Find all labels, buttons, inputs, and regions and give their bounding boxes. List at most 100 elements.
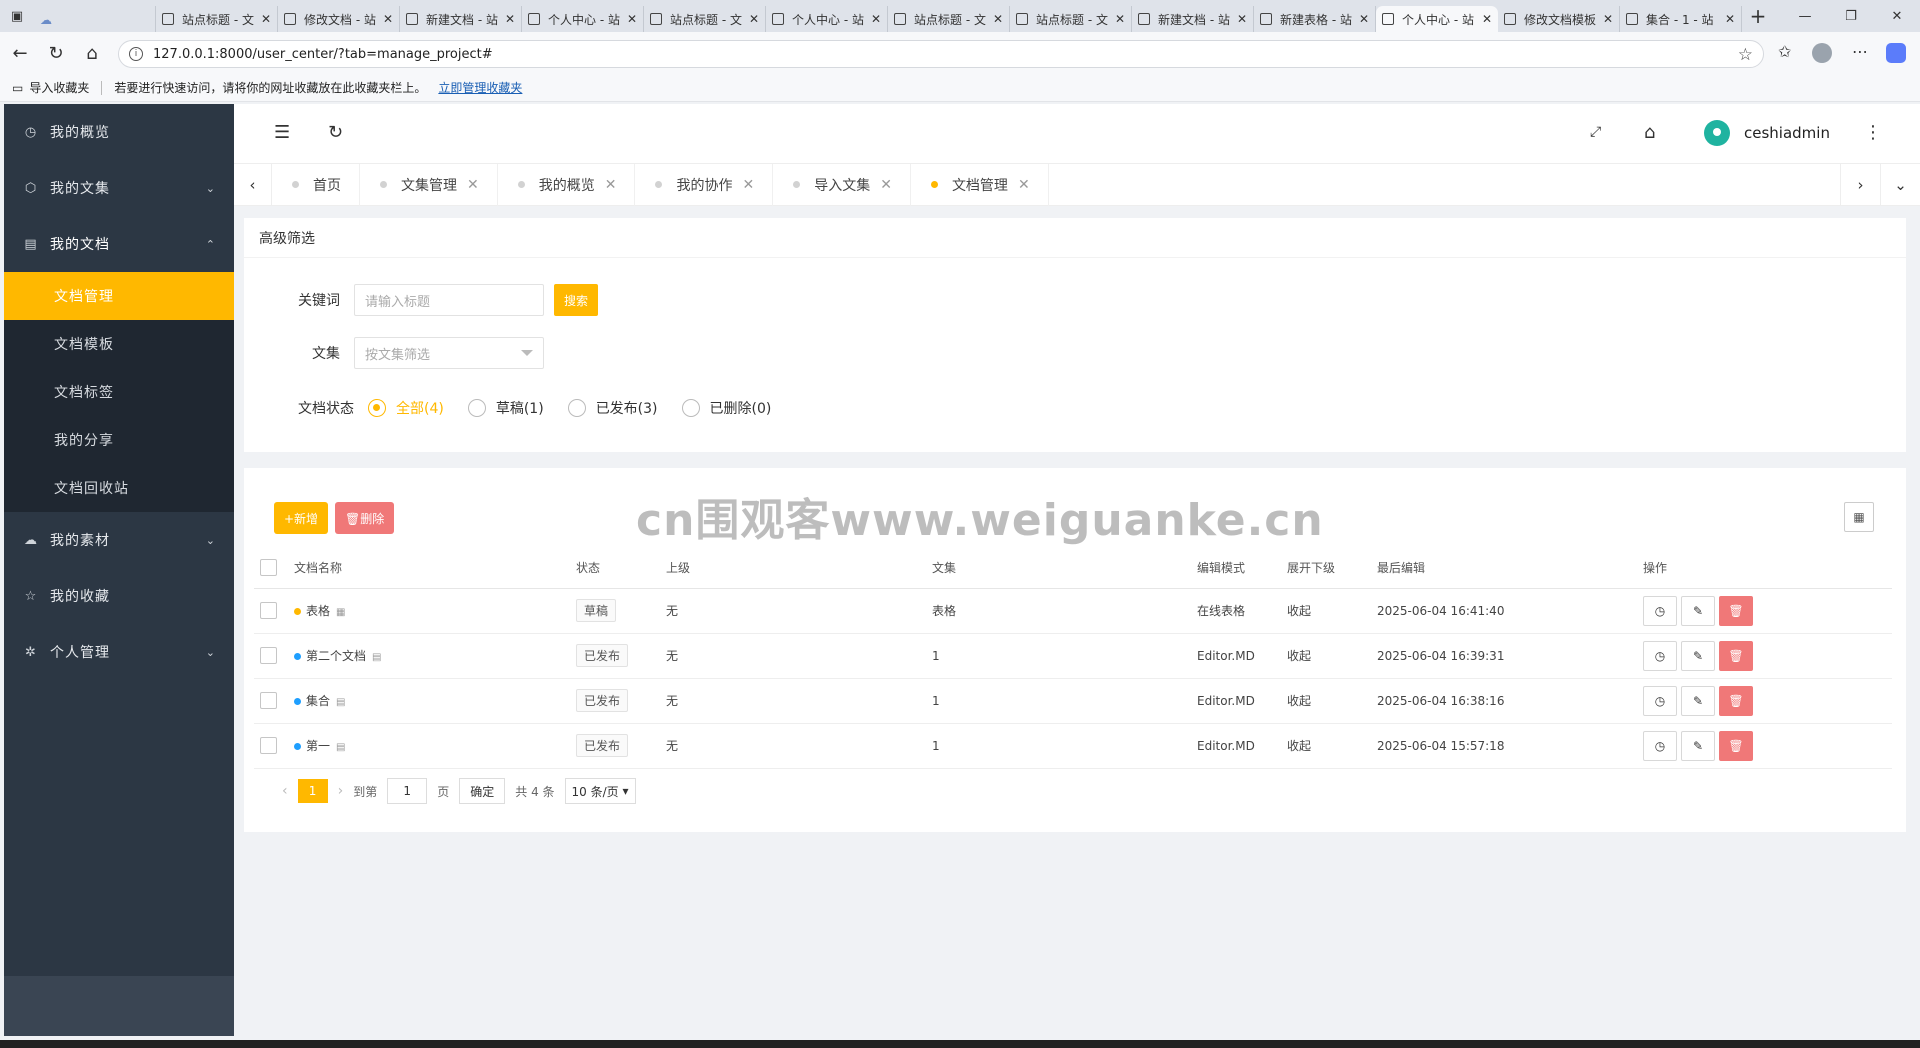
sidebar-item[interactable]: ▤ 我的文档 ⌃ [4,216,234,272]
doc-name[interactable]: 表格 [306,604,330,618]
trash-icon[interactable]: 🗑 [1719,640,1753,671]
edit-icon[interactable]: ✎ [1681,595,1715,626]
sidebar-subitem[interactable]: 文档模板 [4,320,234,368]
doc-name[interactable]: 第二个文档 [306,649,366,663]
browser-tab[interactable]: 新建文档 - 站 ✕ [1132,6,1254,32]
edit-icon[interactable]: ✎ [1681,640,1715,671]
browser-tab[interactable]: ☁ [34,6,156,32]
close-tab-icon[interactable]: ✕ [749,12,759,26]
browser-tab[interactable]: 个人中心 - 站 ✕ [1376,6,1498,32]
tabs-prev-icon[interactable]: ‹ [234,163,272,206]
home-icon[interactable]: ⌂ [1644,122,1655,143]
close-tab-icon[interactable]: ✕ [261,12,271,26]
restore-icon[interactable]: ❐ [1828,0,1874,32]
profile-icon[interactable] [1812,43,1832,63]
status-radio[interactable]: 已删除(0) [681,398,771,418]
back-icon[interactable]: ← [2,35,38,71]
history-icon[interactable]: ◷ [1643,595,1677,626]
close-tab-icon[interactable]: ✕ [627,12,637,26]
close-icon[interactable]: ✕ [742,177,754,193]
sidebar-subitem[interactable]: 我的分享 [4,416,234,464]
more-vertical-icon[interactable]: ⋮ [1864,122,1882,143]
home-icon[interactable]: ⌂ [74,35,110,71]
browser-tab[interactable]: 新建文档 - 站 ✕ [400,6,522,32]
close-tab-icon[interactable]: ✕ [1482,12,1492,26]
browser-tab[interactable]: 站点标题 - 文 ✕ [888,6,1010,32]
search-button[interactable]: 搜索 [554,284,599,316]
close-tab-icon[interactable]: ✕ [993,12,1003,26]
row-checkbox[interactable] [260,692,277,709]
page-tab[interactable]: 文集管理 ✕ [360,163,498,206]
user-menu[interactable]: ceshiadmin [1704,120,1830,146]
delete-button[interactable]: 🗑删除 [335,502,395,534]
sidebar-item[interactable]: ⬡ 我的文集 ⌄ [4,160,234,216]
select-all-checkbox[interactable] [260,559,277,577]
page-tab[interactable]: 导入文集 ✕ [773,163,911,206]
favorites-icon[interactable]: ✩ [1778,42,1791,61]
doc-name[interactable]: 集合 [306,694,330,708]
page-tab[interactable]: 首页 [272,163,360,206]
browser-tab[interactable]: 站点标题 - 文 ✕ [1010,6,1132,32]
close-tab-icon[interactable]: ✕ [1115,12,1125,26]
close-tab-icon[interactable]: ✕ [383,12,393,26]
page-tab[interactable]: 文档管理 ✕ [911,163,1049,206]
page-tab[interactable]: 我的概览 ✕ [498,163,636,206]
reload-icon[interactable]: ↻ [38,35,74,71]
browser-tab[interactable]: 站点标题 - 文 ✕ [156,6,278,32]
window-menu-icon[interactable]: ▣ [0,0,34,32]
tabs-next-icon[interactable]: › [1840,164,1880,206]
tabs-dropdown-icon[interactable]: ⌄ [1880,164,1920,206]
edit-icon[interactable]: ✎ [1681,685,1715,716]
sidebar-item[interactable]: ✲ 个人管理 ⌄ [4,624,234,680]
site-info-icon[interactable]: i [129,47,143,61]
doc-name[interactable]: 第一 [306,739,330,753]
close-icon[interactable]: ✕ [467,177,479,193]
goto-page-input[interactable]: 1 [387,778,428,804]
history-icon[interactable]: ◷ [1643,640,1677,671]
sidebar-subitem[interactable]: 文档回收站 [4,464,234,512]
close-window-icon[interactable]: ✕ [1874,0,1920,32]
url-input[interactable]: i 127.0.0.1:8000/user_center/?tab=manage… [118,40,1764,68]
sidebar-subitem[interactable]: 文档管理 [4,272,234,320]
status-radio[interactable]: 已发布(3) [567,398,658,418]
trash-icon[interactable]: 🗑 [1719,685,1753,716]
close-icon[interactable]: ✕ [605,177,617,193]
browser-tab[interactable]: 个人中心 - 站 ✕ [766,6,888,32]
sidebar-subitem[interactable]: 文档标签 [4,368,234,416]
row-checkbox[interactable] [260,737,277,754]
add-button[interactable]: +新增 [274,502,329,534]
collapse-menu-icon[interactable]: ☰ [274,122,290,143]
close-icon[interactable]: ✕ [1018,177,1030,193]
fullscreen-icon[interactable]: ⤢ [1590,124,1601,140]
project-select[interactable]: 按文集筛选 [354,337,544,369]
history-icon[interactable]: ◷ [1643,730,1677,761]
close-tab-icon[interactable]: ✕ [871,12,881,26]
goto-confirm-button[interactable]: 确定 [459,778,506,804]
trash-icon[interactable]: 🗑 [1719,730,1753,761]
status-radio[interactable]: 草稿(1) [467,398,544,418]
favorite-star-icon[interactable]: ☆ [1738,45,1753,65]
close-tab-icon[interactable]: ✕ [505,12,515,26]
history-icon[interactable]: ◷ [1643,685,1677,716]
copilot-icon[interactable] [1886,43,1906,63]
sidebar-item[interactable]: ☆ 我的收藏 [4,568,234,624]
row-checkbox[interactable] [260,647,277,664]
status-radio[interactable]: 全部(4) [368,398,444,418]
keyword-input[interactable]: 请输入标题 [354,284,544,316]
page-size-select[interactable]: 10 条/页 ▾ [564,778,636,804]
browser-tab[interactable]: 修改文档 - 站 ✕ [278,6,400,32]
column-toggle-icon[interactable]: ▦ [1844,502,1874,532]
browser-tab[interactable]: 站点标题 - 文 ✕ [644,6,766,32]
close-tab-icon[interactable]: ✕ [1237,12,1247,26]
edit-icon[interactable]: ✎ [1681,730,1715,761]
import-favorites[interactable]: 导入收藏夹 [29,79,89,96]
prev-page-icon[interactable]: ‹ [282,783,288,799]
close-icon[interactable]: ✕ [880,177,892,193]
page-tab[interactable]: 我的协作 ✕ [635,163,774,206]
refresh-icon[interactable]: ↻ [328,122,343,143]
manage-favorites-link[interactable]: 立即管理收藏夹 [438,79,522,96]
browser-tab[interactable]: 修改文档模板 ✕ [1498,6,1620,32]
next-page-icon[interactable]: › [338,783,344,799]
close-tab-icon[interactable]: ✕ [1725,12,1735,26]
browser-tab[interactable]: 新建表格 - 站 ✕ [1254,6,1376,32]
